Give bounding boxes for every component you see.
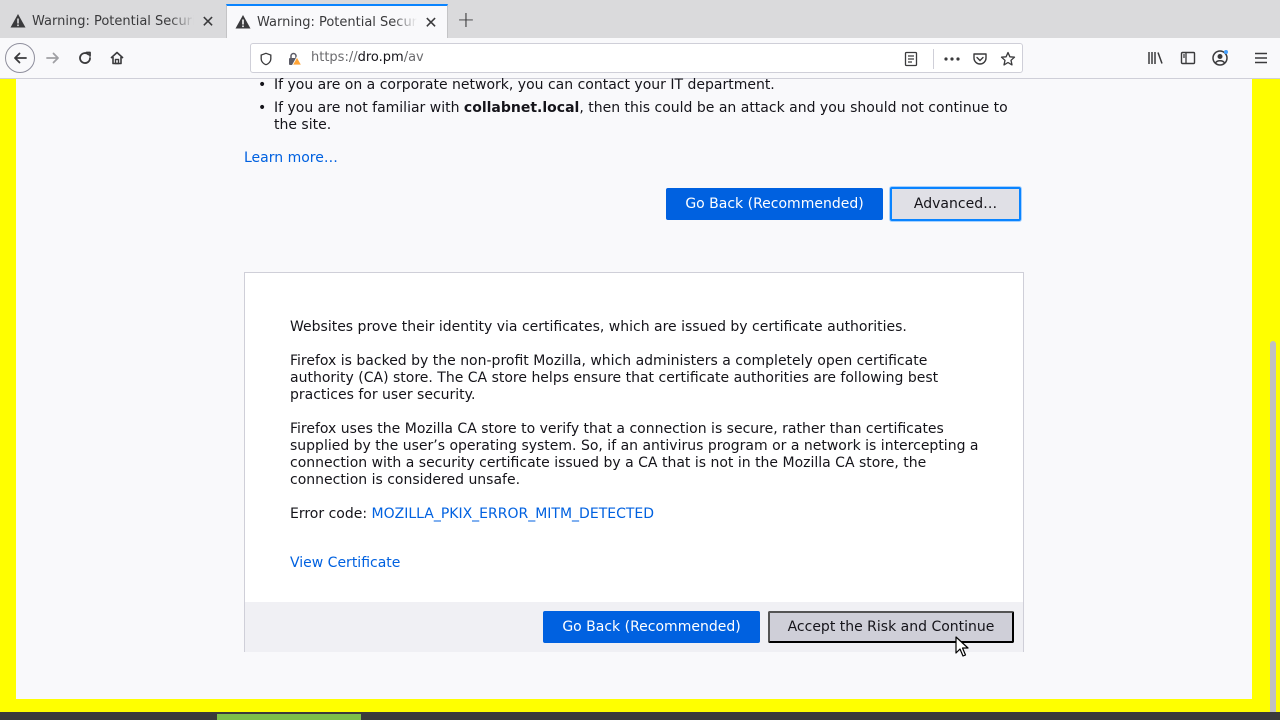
go-back-button[interactable]: Go Back (Recommended) <box>666 188 883 220</box>
sidebar-icon[interactable] <box>1178 48 1198 68</box>
warning-icon <box>10 14 26 28</box>
star-icon[interactable] <box>999 50 1017 68</box>
scrollbar-thumb[interactable] <box>1270 341 1276 719</box>
url-scheme: https:// <box>311 50 358 65</box>
more-icon[interactable] <box>943 50 961 68</box>
advanced-button[interactable]: Advanced… <box>890 187 1021 221</box>
list-item: If you are not familiar with collabnet.l… <box>258 100 1018 134</box>
advanced-panel: Websites prove their identity via certif… <box>244 272 1024 652</box>
reader-view-icon[interactable] <box>902 50 920 68</box>
mitm-explanation: Firefox uses the Mozilla CA store to ver… <box>290 421 979 488</box>
learn-more-link[interactable]: Learn more… <box>244 150 338 166</box>
reload-button[interactable] <box>70 43 100 73</box>
reload-icon <box>79 51 91 64</box>
home-icon <box>110 51 124 65</box>
mozilla-ca-explanation: Firefox is backed by the non-profit Mozi… <box>290 353 939 403</box>
close-icon[interactable]: ✕ <box>423 13 439 32</box>
list-item-text: If you are not familiar with <box>274 100 464 116</box>
tab-title: Warning: Potential Security Risk Ahead <box>32 13 194 29</box>
error-code-label: Error code: <box>290 506 372 522</box>
go-back-button[interactable]: Go Back (Recommended) <box>543 611 760 643</box>
lock-warning-icon[interactable] <box>285 50 303 68</box>
back-arrow-icon <box>14 52 27 64</box>
taskbar <box>0 712 1280 720</box>
taskbar-active-item[interactable] <box>217 714 361 720</box>
mouse-cursor-icon <box>955 636 969 657</box>
close-icon[interactable]: ✕ <box>200 12 216 31</box>
url-bar-separator <box>933 49 934 69</box>
hamburger-menu-icon[interactable] <box>1251 48 1271 68</box>
list-item: If you are on a corporate network, you c… <box>258 77 1018 94</box>
library-icon[interactable] <box>1146 48 1166 68</box>
error-code: Error code: MOZILLA_PKIX_ERROR_MITM_DETE… <box>290 506 990 523</box>
url-bar[interactable]: https://dro.pm/av <box>250 43 1023 73</box>
shield-icon[interactable] <box>257 50 275 68</box>
home-button[interactable] <box>102 43 132 73</box>
host-name: collabnet.local <box>463 100 580 116</box>
accept-risk-button[interactable]: Accept the Risk and Continue <box>768 611 1014 643</box>
error-code-link[interactable]: MOZILLA_PKIX_ERROR_MITM_DETECTED <box>372 506 655 522</box>
tab-security-warning-2[interactable]: Warning: Potential Security Risk Ahead ✕ <box>226 4 448 38</box>
forward-arrow-icon <box>46 52 59 64</box>
advice-list: If you are on a corporate network, you c… <box>258 77 1018 140</box>
url-host: dro.pm <box>357 50 404 65</box>
nav-bar: https://dro.pm/av <box>0 38 1280 79</box>
forward-button[interactable] <box>38 43 68 73</box>
tab-strip: Warning: Potential Security Risk Ahead ✕… <box>0 0 1280 38</box>
view-certificate-link[interactable]: View Certificate <box>290 555 400 571</box>
plus-icon[interactable]: + <box>454 8 478 33</box>
account-icon[interactable] <box>1210 48 1230 68</box>
list-item-text: If you are on a corporate network, you c… <box>274 77 775 93</box>
url-path: /av <box>403 50 424 65</box>
pocket-icon[interactable] <box>971 50 989 68</box>
warning-icon <box>235 15 251 29</box>
certificate-explanation: Websites prove their identity via certif… <box>290 319 907 335</box>
tab-title: Warning: Potential Security Risk Ahead <box>257 14 417 30</box>
back-button[interactable] <box>5 43 35 73</box>
panel-footer: Go Back (Recommended) Accept the Risk an… <box>245 602 1023 652</box>
tab-security-warning-1[interactable]: Warning: Potential Security Risk Ahead ✕ <box>2 4 224 38</box>
url-text: https://dro.pm/av <box>311 50 424 65</box>
